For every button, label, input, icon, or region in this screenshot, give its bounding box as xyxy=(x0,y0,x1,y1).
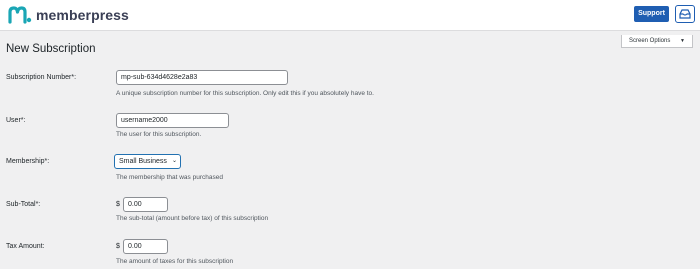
subscription-number-description: A unique subscription number for this su… xyxy=(116,90,374,97)
tax-amount-currency-symbol: $ xyxy=(116,243,120,250)
tax-amount-label: Tax Amount: xyxy=(6,243,45,250)
inbox-button[interactable] xyxy=(675,5,695,23)
subtotal-currency-symbol: $ xyxy=(116,201,120,208)
screen-options-toggle[interactable]: Screen Options ▼ xyxy=(621,35,693,48)
inbox-icon xyxy=(679,9,691,19)
subtotal-description: The sub-total (amount before tax) of thi… xyxy=(116,215,269,222)
membership-selected-value: Small Business xyxy=(119,158,167,165)
page-title: New Subscription xyxy=(6,43,96,55)
user-input[interactable]: username2000 xyxy=(116,113,229,128)
subscription-number-label: Subscription Number*: xyxy=(6,74,77,81)
membership-select[interactable]: Small Business ⌄ xyxy=(114,154,181,169)
subscription-number-input[interactable]: mp-sub-634d4628e2a83 xyxy=(116,70,288,85)
membership-label: Membership*: xyxy=(6,158,50,165)
caret-down-icon: ▼ xyxy=(680,38,685,44)
screen-options-label: Screen Options xyxy=(629,38,671,44)
memberpress-logo-icon xyxy=(8,6,32,24)
user-description: The user for this subscription. xyxy=(116,131,202,138)
user-label: User*: xyxy=(6,117,26,124)
subtotal-label: Sub-Total*: xyxy=(6,201,41,208)
membership-description: The membership that was purchased xyxy=(116,174,223,181)
support-button[interactable]: Support xyxy=(634,6,669,22)
tax-amount-description: The amount of taxes for this subscriptio… xyxy=(116,258,234,265)
subtotal-input[interactable]: 0.00 xyxy=(123,197,168,212)
chevron-down-icon: ⌄ xyxy=(171,158,177,164)
brand-name: memberpress xyxy=(36,7,129,23)
top-bar: memberpress Support xyxy=(0,0,700,31)
tax-amount-input[interactable]: 0.00 xyxy=(123,239,168,254)
